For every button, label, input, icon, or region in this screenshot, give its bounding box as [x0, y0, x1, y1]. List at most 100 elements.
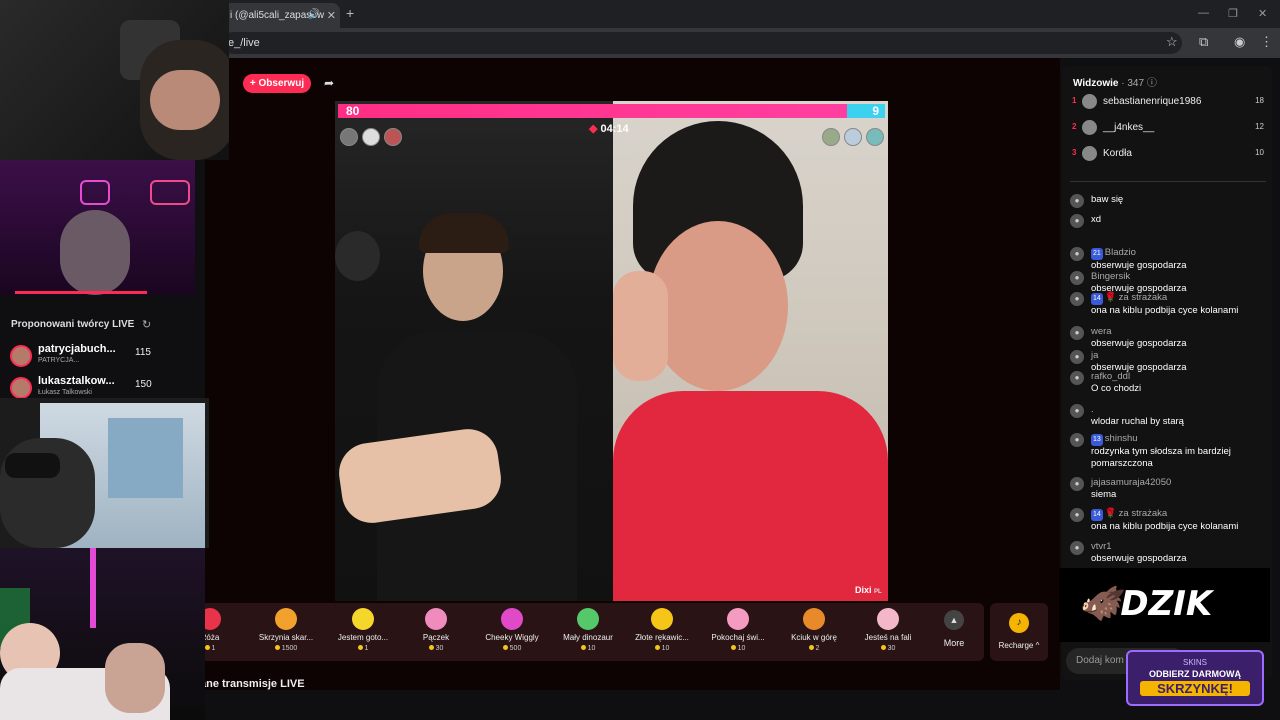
webcam-overlay-3	[0, 398, 209, 548]
close-window-button[interactable]: ✕	[1258, 7, 1267, 20]
chat-message: ● wera obserwuje gospodarza	[1070, 326, 1245, 350]
chat-user[interactable]: za strażaka	[1119, 292, 1168, 303]
chat-user[interactable]: za strażaka	[1119, 508, 1168, 519]
profile-icon[interactable]: ◉	[1234, 34, 1245, 50]
gift-item[interactable]: Złote rękawic... 10	[624, 606, 700, 652]
info-icon[interactable]: ⓘ	[1147, 78, 1157, 89]
supporter-avatar[interactable]	[340, 128, 358, 146]
gift-item[interactable]: Jesteś na fali 30	[850, 606, 926, 652]
gift-price: 1500	[248, 645, 324, 652]
battle-score-fill	[338, 104, 847, 118]
chat-user[interactable]: vtvr1	[1091, 541, 1112, 552]
speaker-icon[interactable]: 🔊	[308, 9, 320, 20]
live-video[interactable]	[335, 101, 888, 601]
refresh-icon[interactable]: ↻	[142, 318, 151, 331]
chat-text: ona na kiblu podbija cyce kolanami	[1091, 305, 1239, 316]
supporter-avatar[interactable]	[822, 128, 840, 146]
chat-text: O co chodzi	[1091, 383, 1142, 394]
viewer-score: 18	[1255, 96, 1264, 105]
supporter-avatar[interactable]	[866, 128, 884, 146]
gift-item[interactable]: Jestem goto... 1	[325, 606, 401, 652]
browser-tab[interactable]: i (@ali5cali_zapasow 🔊 ✕	[222, 3, 340, 28]
chat-text: wlodar ruchal by starą	[1091, 416, 1184, 427]
gift-item[interactable]: Pączek 30	[398, 606, 474, 652]
viewer-name: Kordła	[1103, 148, 1132, 159]
address-input[interactable]: e_/live	[222, 32, 1182, 54]
viewer-row[interactable]: 2 __j4nkes__ 12	[1072, 118, 1264, 138]
viewer-rank: 2	[1072, 122, 1077, 131]
gift-icon	[803, 608, 825, 630]
gift-item[interactable]: Mały dinozaur 10	[550, 606, 626, 652]
extensions-icon[interactable]: ⧉	[1199, 34, 1208, 50]
gift-icon	[651, 608, 673, 630]
user-avatar-icon: ●	[1070, 541, 1084, 555]
gift-name: Pokochaj świ...	[711, 633, 765, 642]
creator-subtitle: PATRYCJA...	[38, 357, 80, 364]
chat-message: ● 13 shinshu rodzynka tym słodsza im bardzi…	[1070, 433, 1245, 470]
maximize-button[interactable]: ❐	[1228, 7, 1238, 20]
suggested-creator[interactable]: patrycjabuch... PATRYCJA... 115	[10, 343, 155, 369]
tab-close-button[interactable]: ✕	[327, 9, 336, 22]
user-avatar-icon: ●	[1070, 326, 1084, 340]
gift-price: 500	[474, 645, 550, 652]
supporter-avatar[interactable]	[362, 128, 380, 146]
viewer-name: sebastianenrique1986	[1103, 96, 1202, 107]
avatar	[10, 345, 32, 367]
gift-name: Pączek	[422, 633, 450, 642]
user-avatar-icon: ●	[1070, 477, 1084, 491]
user-avatar-icon: ●	[1070, 194, 1084, 208]
chat-text: obserwuje gospodarza	[1091, 553, 1187, 564]
viewer-count: 115	[135, 347, 151, 358]
chat-message: ● 21 Bladzio obserwuje gospodarza	[1070, 247, 1245, 272]
more-gifts-button[interactable]: ▲ More	[936, 610, 972, 648]
viewers-title-text: Widzowie	[1073, 78, 1119, 89]
skins-line2: SKRZYNKĘ!	[1140, 681, 1250, 696]
gift-icon	[727, 608, 749, 630]
creator-tag-suffix: PL	[874, 589, 882, 595]
gift-item[interactable]: Pokochaj świ... 10	[700, 606, 776, 652]
gift-price: 10	[624, 645, 700, 652]
chat-user[interactable]: shinshu	[1105, 433, 1138, 444]
chat-user[interactable]: wera	[1091, 326, 1112, 337]
recharge-button[interactable]: ♪ Recharge ^	[990, 603, 1048, 661]
creator-tag: Dixi PL	[855, 585, 882, 595]
battle-score-left: 80	[346, 104, 360, 118]
supporter-avatar[interactable]	[844, 128, 862, 146]
gift-item[interactable]: Skrzynia skar... 1500	[248, 606, 324, 652]
follow-button[interactable]: + Obserwuj	[243, 74, 311, 93]
battle-score-bar: 80 9	[338, 104, 885, 118]
chat-user[interactable]: ja	[1091, 350, 1098, 361]
creator-subtitle: Łukasz Talkowski	[38, 389, 92, 396]
recharge-label: Recharge ^	[998, 641, 1040, 650]
new-tab-button[interactable]: +	[346, 5, 354, 21]
gift-name: Skrzynia skar...	[258, 633, 314, 642]
avatar	[1082, 120, 1097, 135]
gift-icon	[352, 608, 374, 630]
chat-user[interactable]: Bingersik	[1091, 271, 1130, 282]
viewer-row[interactable]: 3 Kordła 10	[1072, 144, 1264, 164]
creator-tag-name: Dixi	[855, 585, 872, 595]
chat-text: ona na kiblu podbija cyce kolanami	[1091, 521, 1239, 532]
dzik-logo: 🐗DZIK	[1078, 584, 1213, 624]
gift-item[interactable]: Cheeky Wiggly 500	[474, 606, 550, 652]
viewer-score: 10	[1255, 148, 1264, 157]
webcam-overlay-1	[0, 0, 229, 160]
chat-user[interactable]: .	[1091, 404, 1094, 415]
supporter-avatar[interactable]	[384, 128, 402, 146]
minimize-button[interactable]: —	[1198, 7, 1209, 19]
gift-name: Kciuk w górę	[791, 633, 837, 642]
chat-user[interactable]: Bladzio	[1105, 247, 1136, 258]
skins-brand: SKINS	[1182, 658, 1207, 667]
chat-user[interactable]: rafko_ddl	[1091, 371, 1130, 382]
chat-text: rodzynka tym słodsza im bardziej pomarsz…	[1091, 446, 1231, 469]
user-avatar-icon: ●	[1070, 350, 1084, 364]
browser-menu-icon[interactable]: ⋮	[1260, 34, 1273, 50]
user-avatar-icon: ●	[1070, 433, 1084, 447]
gift-item[interactable]: Kciuk w górę 2	[776, 606, 852, 652]
bookmark-star-icon[interactable]: ☆	[1166, 34, 1178, 50]
chat-text: xd	[1091, 214, 1102, 225]
viewer-row[interactable]: 1 sebastianenrique1986 18	[1072, 92, 1264, 112]
share-icon[interactable]: ➦	[324, 76, 334, 90]
chat-user[interactable]: jajasamuraja42050	[1091, 477, 1171, 488]
gift-icon	[877, 608, 899, 630]
